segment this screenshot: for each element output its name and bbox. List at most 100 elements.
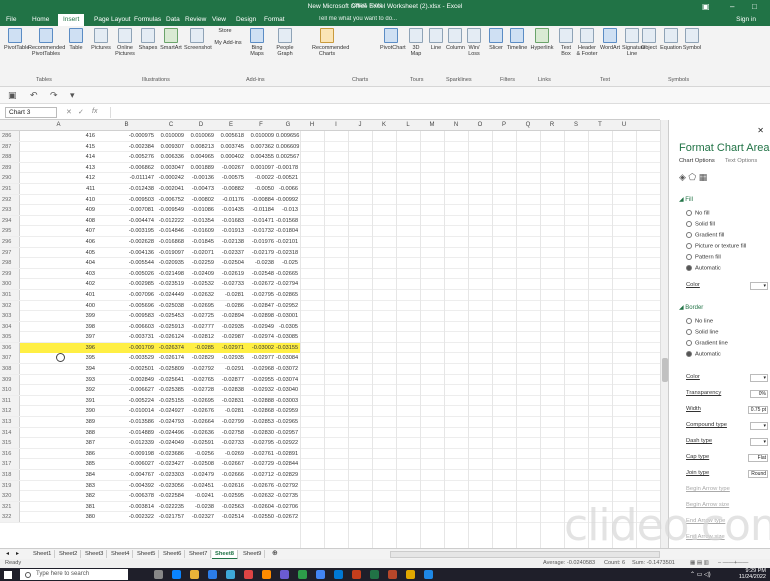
cell-g[interactable]: -0.02792 — [276, 481, 300, 491]
cell-e[interactable]: -0.02138 — [216, 237, 246, 247]
enter-icon[interactable]: ✓ — [78, 108, 84, 116]
cell-b[interactable]: -0.006378 — [97, 491, 156, 501]
row-header[interactable]: 301 — [0, 289, 20, 300]
cell-d[interactable]: -0.02676 — [186, 406, 216, 416]
header-footer-button[interactable]: Header & Footer — [576, 28, 598, 57]
cell-c[interactable]: 0.003047 — [156, 163, 186, 173]
row-header[interactable]: 300 — [0, 279, 20, 290]
cell-b[interactable]: -0.000975 — [97, 131, 156, 141]
cell-d[interactable]: -0.02532 — [186, 279, 216, 289]
cell-f[interactable]: -0.01732 — [246, 226, 276, 236]
cell-b[interactable]: -0.012339 — [97, 438, 156, 448]
cell-c[interactable]: -0.019097 — [156, 248, 186, 258]
sheet-tab[interactable]: Sheet5 — [134, 550, 160, 558]
cell-f[interactable]: -0.03002 — [246, 342, 276, 353]
cell-g[interactable]: -0.03084 — [276, 353, 300, 363]
cell-e[interactable]: 0.005618 — [216, 131, 246, 141]
shapes-button[interactable]: Shapes — [138, 28, 158, 51]
cell-a[interactable]: 384 — [20, 470, 97, 480]
cell-f[interactable]: -0.02977 — [246, 353, 276, 363]
cell-a[interactable]: 383 — [20, 481, 97, 491]
cell-d[interactable]: -0.02725 — [186, 311, 216, 321]
cell-b[interactable]: -0.001709 — [97, 342, 156, 353]
cell-b[interactable]: -0.006603 — [97, 322, 156, 332]
cell-f[interactable]: -0.02830 — [246, 428, 276, 438]
cell-a[interactable]: 386 — [20, 449, 97, 459]
cell-e[interactable]: -0.02838 — [216, 385, 246, 395]
row-header[interactable]: 286 — [0, 131, 20, 141]
cell-c[interactable]: -0.023686 — [156, 449, 186, 459]
cell-c[interactable]: -0.025155 — [156, 396, 186, 406]
cell-b[interactable]: -0.003814 — [97, 502, 156, 512]
cell-a[interactable]: 409 — [20, 205, 97, 215]
cell-b[interactable]: -0.009198 — [97, 449, 156, 459]
table-button[interactable]: Table — [68, 28, 84, 51]
cell-b[interactable]: -0.007096 — [97, 290, 156, 300]
compound-type-dropdown[interactable]: ▾ — [750, 422, 768, 430]
cell-c[interactable]: -0.025809 — [156, 364, 186, 374]
mail-icon[interactable] — [226, 570, 235, 579]
tab-design[interactable]: Design — [236, 16, 256, 23]
cell-e[interactable]: -0.0281 — [216, 290, 246, 300]
row-header[interactable]: 297 — [0, 247, 20, 258]
column-header[interactable]: T — [588, 122, 612, 128]
app-icon[interactable] — [298, 570, 307, 579]
cell-a[interactable]: 415 — [20, 142, 97, 152]
cell-d[interactable]: -0.02695 — [186, 396, 216, 406]
cell-g[interactable]: -0.02952 — [276, 301, 300, 311]
row-header[interactable]: 319 — [0, 480, 20, 491]
cell-f[interactable]: -0.02795 — [246, 438, 276, 448]
cell-a[interactable]: 380 — [20, 512, 97, 522]
tab-formulas[interactable]: Formulas — [134, 16, 161, 23]
function-icon[interactable]: fx — [92, 108, 97, 115]
cell-c[interactable]: -0.012222 — [156, 216, 186, 226]
cell-f[interactable]: 0.004355 — [246, 152, 276, 162]
cell-d[interactable]: -0.02829 — [186, 353, 216, 363]
cell-g[interactable]: -0.01568 — [276, 216, 300, 226]
recommended-pivottables-button[interactable]: Recommended PivotTables — [28, 28, 65, 57]
excel-icon[interactable] — [370, 570, 379, 579]
cell-a[interactable]: 414 — [20, 152, 97, 162]
cell-g[interactable]: -0.013 — [276, 205, 300, 215]
cell-e[interactable]: -0.0291 — [216, 364, 246, 374]
cell-g[interactable]: -0.02829 — [276, 470, 300, 480]
cell-c[interactable]: -0.025038 — [156, 301, 186, 311]
cell-d[interactable]: -0.02664 — [186, 417, 216, 427]
cell-d[interactable]: -0.02259 — [186, 258, 216, 268]
cell-e[interactable]: -0.02971 — [216, 342, 246, 353]
cell-g[interactable]: -0.00178 — [276, 163, 300, 173]
cell-f[interactable]: -0.01184 — [246, 205, 276, 215]
cell-f[interactable]: 0.001097 — [246, 163, 276, 173]
cell-e[interactable]: -0.0286 — [216, 301, 246, 311]
cell-g[interactable]: -0.00992 — [276, 195, 300, 205]
cell-g[interactable]: -0.03040 — [276, 385, 300, 395]
column-header[interactable]: N — [444, 122, 468, 128]
cell-g[interactable]: -0.025 — [276, 258, 300, 268]
cell-a[interactable]: 416 — [20, 131, 97, 141]
fill-option[interactable]: Gradient fill — [686, 232, 724, 239]
cell-e[interactable]: 0.003745 — [216, 142, 246, 152]
cell-d[interactable]: 0.001889 — [186, 163, 216, 173]
row-header[interactable]: 292 — [0, 194, 20, 205]
cell-d[interactable]: -0.01609 — [186, 226, 216, 236]
cell-a[interactable]: 397 — [20, 332, 97, 342]
cell-f[interactable]: -0.02548 — [246, 269, 276, 279]
fill-option[interactable]: Pattern fill — [686, 254, 721, 261]
sheet-tab[interactable]: Sheet1 — [30, 550, 56, 558]
cell-a[interactable]: 396 — [20, 342, 97, 353]
cell-d[interactable]: -0.01354 — [186, 216, 216, 226]
cell-g[interactable]: -0.02957 — [276, 428, 300, 438]
cell-e[interactable]: -0.0281 — [216, 406, 246, 416]
sparkline-winloss-button[interactable]: Win/ Loss — [466, 28, 482, 57]
firefox-icon[interactable] — [262, 570, 271, 579]
cell-g[interactable]: 0.009656 — [276, 131, 300, 141]
cell-c[interactable]: -0.023519 — [156, 279, 186, 289]
wordart-button[interactable]: WordArt — [600, 28, 620, 51]
undo-icon[interactable]: ↶ — [30, 90, 38, 101]
cell-d[interactable]: -0.02409 — [186, 269, 216, 279]
horizontal-scrollbar[interactable] — [390, 551, 660, 558]
cell-b[interactable]: -0.006627 — [97, 385, 156, 395]
prev-sheet-icon[interactable]: ◂ — [6, 550, 9, 557]
cell-g[interactable]: -0.0305 — [276, 322, 300, 332]
cell-b[interactable]: -0.002322 — [97, 512, 156, 522]
